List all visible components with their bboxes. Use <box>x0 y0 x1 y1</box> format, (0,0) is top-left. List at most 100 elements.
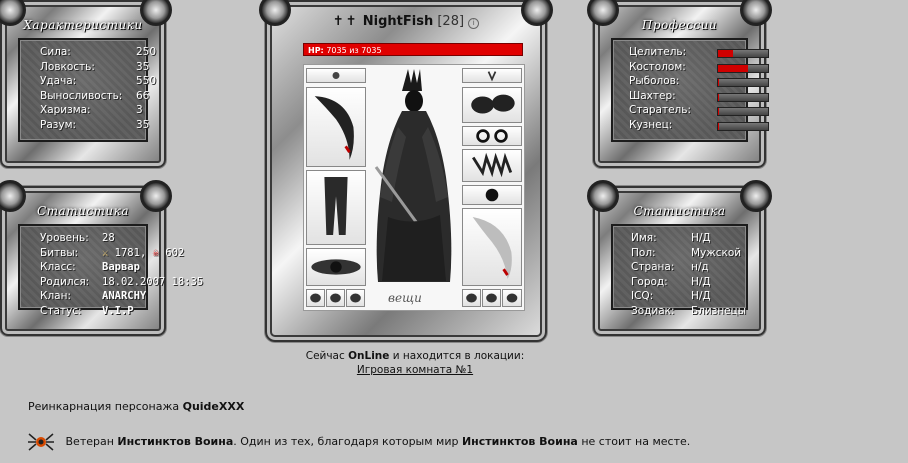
profile-stat-row: Зодиак: Близнецы <box>631 304 746 319</box>
profession-row: Костолом: <box>629 60 769 75</box>
profile-stat-row: Имя: Н/Д <box>631 231 738 246</box>
ring-slot-3[interactable] <box>346 289 365 307</box>
profession-row: Целитель: <box>629 45 769 60</box>
stat-class-label: Класс: <box>40 261 76 273</box>
ring-slot-5[interactable] <box>482 289 501 307</box>
info-icon[interactable]: i <box>468 18 480 29</box>
profession-level-bar <box>717 92 769 102</box>
veteran-t3: не стоит на месте. <box>581 435 691 448</box>
characteristic-row: Выносливость: 66 <box>40 89 149 104</box>
skull-icon: ☠ <box>152 246 159 259</box>
profession-level-fill <box>718 122 719 130</box>
characteristic-value: 35 <box>136 118 150 131</box>
characteristic-row: Ловкость: 35 <box>40 60 149 75</box>
characteristic-row: Харизма: 3 <box>40 103 143 118</box>
sword-icon: ⚔ <box>102 246 109 259</box>
profession-label: Целитель: <box>629 46 687 58</box>
statistics-title-right: Статистика <box>633 204 726 218</box>
hp-bar: HP: 7035 из 7035 <box>303 43 523 56</box>
hp-text: 7035 из 7035 <box>326 46 382 55</box>
orb-slot[interactable] <box>462 185 522 205</box>
claws-slot[interactable] <box>462 149 522 182</box>
characteristic-value: 250 <box>136 46 157 58</box>
weapon-slot-left[interactable] <box>306 87 366 167</box>
professions-body: Целитель: Костолом: Рыболов: Шахтер: Старате… <box>611 38 769 142</box>
stat-clan-row: Клан: ANARCHY <box>40 289 146 304</box>
stat-clan-value[interactable]: ANARCHY <box>102 289 146 304</box>
profession-level-fill <box>718 79 719 86</box>
veteran-t2: . Один из тех, благодаря которым мир <box>233 435 459 448</box>
ring-slot-4[interactable] <box>462 289 481 307</box>
losses-count: 602 <box>165 246 185 259</box>
cross-icon: ✝ <box>332 14 344 29</box>
profession-level-bar <box>717 49 769 58</box>
amulet-slot[interactable] <box>462 68 522 83</box>
professions-title: Профессии <box>641 18 718 32</box>
characteristics-title: Характеристики <box>23 18 143 32</box>
character-panel: ✝ ✝ NightFish [28] i HP: 7035 из 7035 ве… <box>259 0 553 342</box>
ring-slot-6[interactable] <box>502 289 522 307</box>
veteran-t1: Ветеран <box>65 435 114 448</box>
profile-stat-value: Н/Д <box>691 232 711 244</box>
characteristic-label: Разум: <box>40 118 77 131</box>
profile-stat-row: Пол: Мужской <box>631 246 742 261</box>
profile-stat-value: Близнецы <box>691 304 747 317</box>
statistics-panel-right: Статистика Имя: Н/Д Пол: Мужской Страна: н/д Г… <box>587 180 772 336</box>
profession-level-fill <box>718 50 733 57</box>
characteristic-value: 3 <box>136 104 143 116</box>
characteristic-value: 550 <box>136 75 157 87</box>
hp-label: HP: <box>308 46 324 55</box>
character-name[interactable]: NightFish <box>363 14 433 29</box>
characteristic-value: 66 <box>136 89 150 102</box>
location-link[interactable]: Игровая комната №1 <box>357 364 473 376</box>
stat-status-label: Статус: <box>40 304 82 317</box>
online-state: OnLine <box>348 350 390 362</box>
characteristic-label: Удача: <box>40 75 77 87</box>
profession-label: Кузнец: <box>629 118 673 131</box>
helmet-slot[interactable] <box>306 68 366 83</box>
equipment-doll: вещи <box>303 64 525 311</box>
profession-level-bar <box>717 63 769 73</box>
characteristic-row: Сила: 250 <box>40 45 156 60</box>
profession-level-bar <box>717 107 769 116</box>
professions-panel: Профессии Целитель: Костолом: Рыболов: Шахт… <box>587 0 772 168</box>
stat-class-value: Варвар <box>102 261 140 273</box>
items-label: вещи <box>388 291 422 305</box>
legs-slot[interactable] <box>306 170 366 245</box>
stat-level-row: Уровень: 28 <box>40 231 138 246</box>
characteristics-panel: Характеристики Сила: 250 Ловкость: 35 Удача:… <box>0 0 172 168</box>
profession-row: Рыболов: <box>629 74 769 89</box>
profession-row: Шахтер: <box>629 89 769 104</box>
weapon-slot-right[interactable] <box>462 208 522 286</box>
cross-icon-2: ✝ <box>345 14 357 29</box>
stat-battles-label: Битвы: <box>40 246 79 259</box>
online-prefix: Сейчас <box>305 350 345 362</box>
profession-row: Старатель: <box>629 103 769 118</box>
stat-class-row: Класс: Варвар <box>40 260 140 275</box>
ring-slot-1[interactable] <box>306 289 325 307</box>
profile-stat-value: Н/Д <box>691 275 711 288</box>
profile-stat-value: Мужской <box>691 246 742 259</box>
veteran-b1: Инстинктов Воина <box>117 435 234 448</box>
profession-level-bar <box>717 121 769 131</box>
stat-level-value: 28 <box>102 232 115 244</box>
bracers-slot[interactable] <box>462 126 522 146</box>
reincarnation-name[interactable]: QuideXXX <box>183 400 245 413</box>
profession-label: Старатель: <box>629 104 691 116</box>
characteristic-label: Сила: <box>40 46 71 58</box>
statistics-title-left: Статистика <box>37 204 129 218</box>
gloves-slot[interactable] <box>462 87 522 123</box>
character-header: ✝ ✝ NightFish [28] i <box>267 14 545 29</box>
stat-status-row: Статус: V.I.P <box>40 304 138 319</box>
reincarnation-line: Реинкарнация персонажа QuideXXX <box>28 400 244 413</box>
profession-level-fill <box>718 93 719 101</box>
belt-slot[interactable] <box>306 248 366 286</box>
profile-stat-label: ICQ: <box>631 290 654 302</box>
stat-born-label: Родился: <box>40 275 90 288</box>
veteran-line: Ветеран Инстинктов Воина. Один из тех, б… <box>28 430 690 454</box>
veteran-b2: Инстинктов Воина <box>461 435 578 448</box>
veteran-spider-icon <box>28 430 54 454</box>
ring-slot-2[interactable] <box>326 289 345 307</box>
stat-status-value: V.I.P <box>102 304 134 317</box>
profession-level-fill <box>718 108 719 115</box>
